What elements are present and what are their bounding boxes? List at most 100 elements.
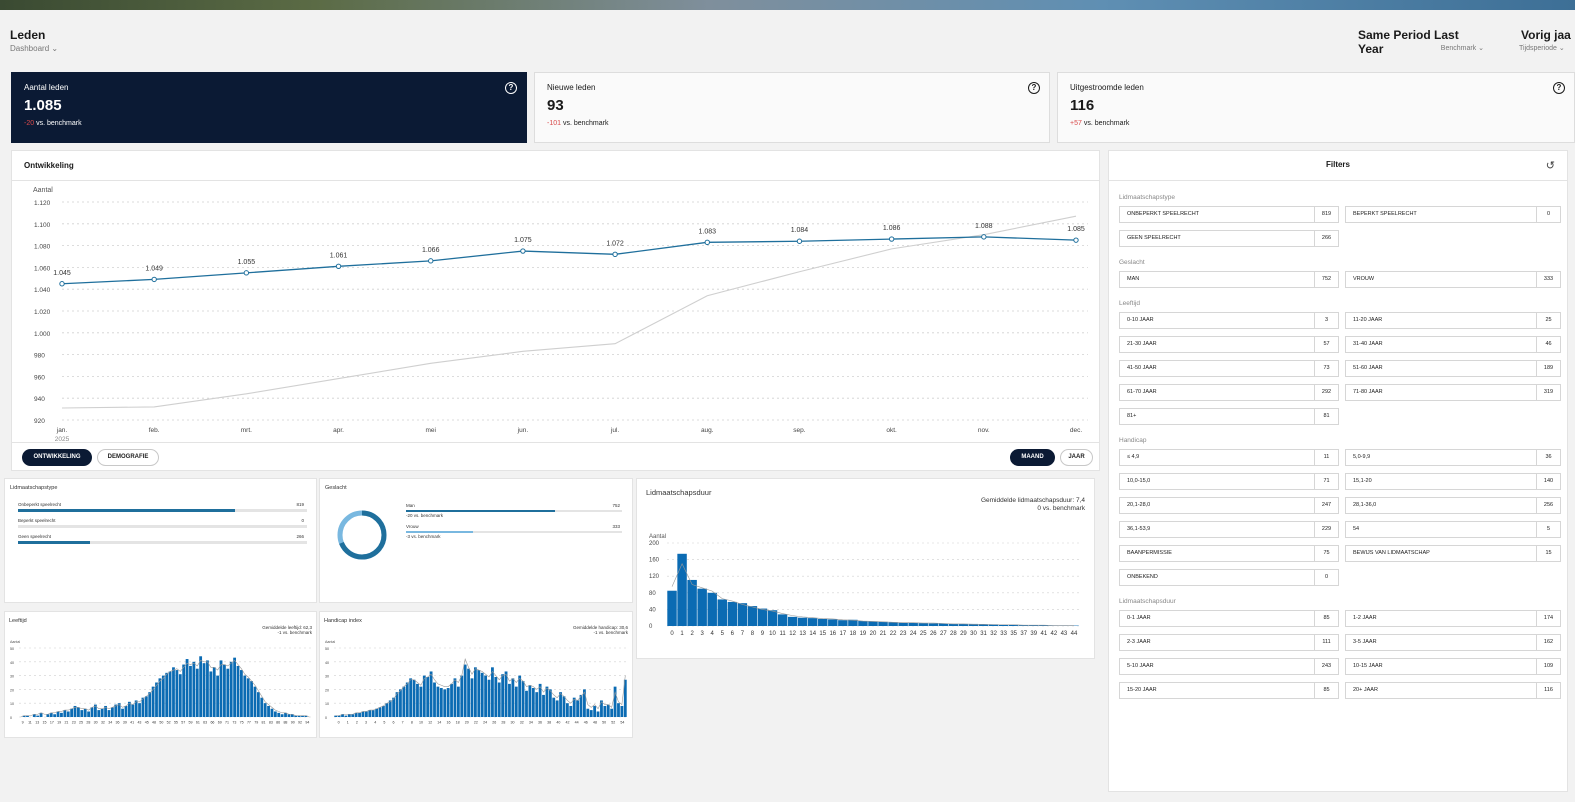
x-tick-label: 73 [232,721,236,725]
granularity-jaar-button[interactable]: JAAR [1060,449,1093,466]
filter-option[interactable]: 20+ JAAR 116 [1345,682,1561,699]
lidmaatschapstype-panel: Lidmaatschapstype Onbeperkt speelrecht 81… [4,478,317,603]
filter-option[interactable]: VROUW 333 [1345,271,1561,288]
filter-option[interactable]: 15,1-20 140 [1345,473,1561,490]
y-tick-label: 10 [10,702,14,706]
x-tick-label: 25 [79,721,83,725]
kpi-card-uitgestroomde-leden[interactable]: Uitgestroomde leden 116 +57 vs. benchmar… [1057,72,1575,143]
x-tick-label: 10 [769,631,776,637]
filter-option[interactable]: 5,0-9,9 36 [1345,449,1561,466]
tab-demografie[interactable]: DEMOGRAFIE [97,449,159,466]
help-icon[interactable]: ? [1028,82,1040,94]
bar [53,714,57,717]
x-tick-label: 42 [565,721,569,725]
bar [426,676,430,717]
filter-option[interactable]: 11-20 JAAR 25 [1345,312,1561,329]
filter-option-count: 109 [1536,659,1560,674]
benchmark-dropdown[interactable]: Benchmark ⌄ [1380,44,1484,52]
bar [155,682,158,717]
filter-option[interactable]: 41-50 JAAR 73 [1119,360,1339,377]
x-tick-label: 14 [437,721,441,725]
x-tick-label: 27 [940,631,947,637]
x-tick-label: 24 [483,721,487,725]
filter-option[interactable]: 54 5 [1345,521,1561,538]
tab-ontwikkeling[interactable]: ONTWIKKELING [22,449,92,466]
granularity-maand-button[interactable]: MAAND [1010,449,1055,466]
gender-row-label: Vrouw [406,524,419,529]
data-point [151,276,157,283]
filter-option[interactable]: 5-10 JAAR 243 [1119,658,1339,675]
filter-option[interactable]: 15-20 JAAR 85 [1119,682,1339,699]
period-dropdown[interactable]: Tijdsperiode ⌄ [1519,44,1565,52]
x-tick-label: 52 [611,721,615,725]
filter-option[interactable]: 0-1 JAAR 85 [1119,610,1339,627]
x-tick-label: dec. [1070,427,1082,434]
kpi-delta-label: vs. benchmark [561,120,609,127]
type-row-bar [18,541,91,544]
bar [148,692,152,717]
kpi-card-aantal-leden[interactable]: Aantal leden 1.085 -20 vs. benchmark ? [11,72,527,143]
filter-option[interactable]: 1-2 JAAR 174 [1345,610,1561,627]
filter-option[interactable]: ONBEPERKT SPEELRECHT 819 [1119,206,1339,223]
bar [552,697,556,717]
x-tick-label: 77 [247,721,251,725]
filter-option[interactable]: 2-3 JAAR 111 [1119,634,1339,651]
bar [480,672,484,717]
y-tick-label: 50 [10,647,14,651]
dashboard-dropdown[interactable]: Dashboard ⌄ [10,44,58,53]
filter-option[interactable]: 81+ 81 [1119,408,1339,425]
filter-option[interactable]: ONBEKEND 0 [1119,569,1339,586]
x-tick-label: apr. [333,427,344,434]
filter-option[interactable]: 21-30 JAAR 57 [1119,336,1339,353]
x-tick-label: 42 [1051,631,1058,637]
filter-option[interactable]: 3-5 JAAR 162 [1345,634,1561,651]
filter-option[interactable]: 31-40 JAAR 46 [1345,336,1561,353]
reset-icon[interactable]: ↺ [1546,159,1555,172]
x-tick-label: 18 [456,721,460,725]
filter-option[interactable]: BAANPERMISSIE 75 [1119,545,1339,562]
data-label: 1.066 [422,247,440,254]
bar [928,623,939,626]
bar [46,714,50,717]
filter-option[interactable]: 71-80 JAAR 319 [1345,384,1561,401]
y-tick-label: 1.060 [34,265,51,272]
bar [429,671,433,717]
filter-option[interactable]: ≤ 4,9 11 [1119,449,1339,466]
filter-option[interactable]: 28,1-36,0 256 [1345,497,1561,514]
filter-option[interactable]: 0-10 JAAR 3 [1119,312,1339,329]
x-tick-label: 31 [980,631,987,637]
bar [263,703,267,717]
bar [497,682,501,717]
filter-option[interactable]: 10,0-15,0 71 [1119,473,1339,490]
ontwikkeling-panel: Ontwikkeling Aantal 920 940 960 980 1.000 1.02… [11,150,1100,471]
filter-option-count: 3 [1314,313,1338,328]
x-tick-label: 38 [547,721,551,725]
filter-option[interactable]: 61-70 JAAR 292 [1119,384,1339,401]
filter-option-count: 73 [1314,361,1338,376]
filter-option[interactable]: 20,1-28,0 247 [1119,497,1339,514]
bar [787,616,798,626]
filter-option[interactable]: BEPERKT SPEELRECHT 0 [1345,206,1561,223]
x-tick-label: 48 [593,721,597,725]
filter-option[interactable]: 10-15 JAAR 109 [1345,658,1561,675]
bar [70,708,74,717]
bar [280,714,284,717]
y-tick-label: 0 [649,624,653,630]
bar [107,710,111,717]
filter-option[interactable]: GEEN SPEELRECHT 266 [1119,230,1339,247]
help-icon[interactable]: ? [505,82,517,94]
filter-option[interactable]: 51-60 JAAR 189 [1345,360,1561,377]
bar [538,683,542,717]
x-tick-label: 32 [990,631,997,637]
help-icon[interactable]: ? [1553,82,1565,94]
x-tick-label: 23 [72,721,76,725]
filter-option[interactable]: MAN 752 [1119,271,1339,288]
filter-option[interactable]: 36,1-53,9 229 [1119,521,1339,538]
bar [606,704,610,717]
data-label: 1.049 [145,265,163,272]
filter-option[interactable]: BEWIJS VAN LIDMAATSCHAP 15 [1345,545,1561,562]
kpi-card-nieuwe-leden[interactable]: Nieuwe leden 93 -101 vs. benchmark ? [534,72,1050,143]
type-row-bar [18,509,235,512]
x-tick-label: 79 [254,721,258,725]
filter-option-count: 85 [1314,683,1338,698]
